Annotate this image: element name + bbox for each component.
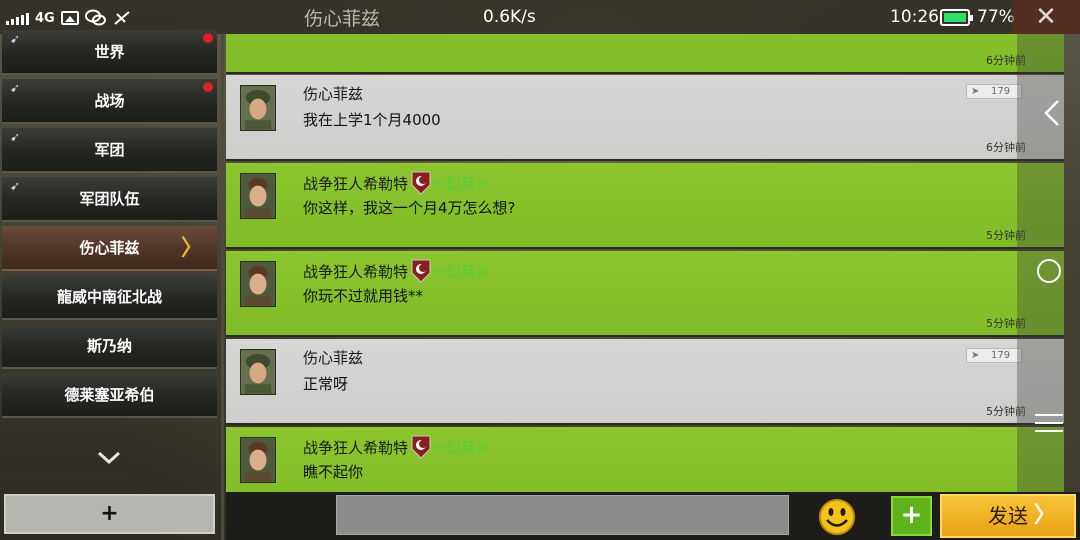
message-item: 伤心菲兹 正常呀 179 5分钟前 <box>226 339 1064 423</box>
message-text: 瞧不起你 <box>303 463 364 481</box>
message-sender: 战争狂人希勒特 <幻月> <box>303 171 488 195</box>
emoji-icon[interactable] <box>818 498 856 536</box>
attach-button[interactable]: + <box>891 496 932 536</box>
add-channel-button[interactable]: + <box>4 494 215 534</box>
channel-sidebar: ➹ 世界 ➹ 战场 ➹ 军团 ➹ 军团队伍 伤心菲兹 〉 龍威中南征北战 斯乃纳… <box>0 28 224 540</box>
message-sender: 伤心菲兹 <box>303 349 364 367</box>
channel-world[interactable]: ➹ 世界 <box>2 30 217 75</box>
chevron-right-icon: 〉 <box>180 236 203 261</box>
chevron-down-icon[interactable] <box>96 448 122 468</box>
guild-badge-icon <box>411 259 431 283</box>
channel-legion-team[interactable]: ➹ 军团队伍 <box>2 177 217 222</box>
guild-badge-icon <box>411 171 431 195</box>
wechat-icon <box>84 9 106 26</box>
channel-private-active[interactable]: 伤心菲兹 〉 <box>2 226 217 271</box>
message-list[interactable]: 6分钟前 伤心菲兹 我在上学1个月4000 179 6分钟前 战争狂人希勒特 <… <box>226 34 1064 492</box>
mute-icon <box>114 11 130 25</box>
close-button[interactable]: ✕ <box>1012 0 1080 34</box>
pin-icon: ➹ <box>10 32 21 46</box>
battery-percent: 77% <box>977 7 1015 27</box>
message-text: 你这样，我这一个月4万怎么想? <box>303 199 516 217</box>
unread-dot <box>203 82 213 92</box>
send-button[interactable]: 发送 〉 <box>940 494 1076 538</box>
menu-icon[interactable] <box>1035 412 1063 434</box>
avatar[interactable] <box>240 437 276 483</box>
guild-name: <幻月> <box>433 262 489 281</box>
status-icons: 4G <box>6 6 131 30</box>
message-text: 你玩不过就用钱** <box>303 287 424 305</box>
channel-label: 世界 <box>94 43 125 61</box>
avatar[interactable] <box>240 261 276 307</box>
channel-label: 军团队伍 <box>79 190 140 208</box>
back-icon[interactable] <box>1041 98 1063 128</box>
channel-label: 军团 <box>94 141 125 159</box>
message-text: 正常呀 <box>303 375 349 393</box>
channel-private[interactable]: 龍威中南征北战 <box>2 275 217 320</box>
guild-badge-icon <box>411 435 431 459</box>
message-item: 战争狂人希勒特 <幻月> 瞧不起你 <box>226 427 1064 492</box>
channel-label: 伤心菲兹 <box>79 239 140 257</box>
report-count[interactable]: 179 <box>966 84 1022 99</box>
signal-icon <box>6 11 29 25</box>
pin-icon: ➹ <box>10 179 21 193</box>
window-title: 伤心菲兹 <box>304 8 381 30</box>
message-item: 伤心菲兹 我在上学1个月4000 179 6分钟前 <box>226 75 1064 159</box>
network-type: 4G <box>35 10 55 26</box>
channel-private[interactable]: 斯乃纳 <box>2 324 217 369</box>
channel-battlefield[interactable]: ➹ 战场 <box>2 79 217 124</box>
guild-name: <幻月> <box>433 438 489 457</box>
channel-label: 龍威中南征北战 <box>56 288 162 306</box>
channel-label: 德莱塞亚希伯 <box>64 386 155 404</box>
message-input[interactable] <box>336 495 789 535</box>
chevron-right-icon: 〉 <box>1033 503 1056 528</box>
channel-legion[interactable]: ➹ 军团 <box>2 128 217 173</box>
pin-icon: ➹ <box>10 81 21 95</box>
image-icon <box>60 11 79 25</box>
side-navigation <box>1017 34 1064 492</box>
avatar[interactable] <box>240 349 276 395</box>
message-item: 6分钟前 <box>226 34 1064 72</box>
unread-dot <box>203 33 213 43</box>
channel-private[interactable]: 德莱塞亚希伯 <box>2 373 217 418</box>
channel-label: 战场 <box>94 92 125 110</box>
message-item: 战争狂人希勒特 <幻月> 你这样，我这一个月4万怎么想? 5分钟前 <box>226 163 1064 247</box>
network-speed: 0.6K/s <box>483 7 536 27</box>
avatar[interactable] <box>240 173 276 219</box>
message-sender: 战争狂人希勒特 <幻月> <box>303 259 488 283</box>
battery-icon <box>940 9 973 26</box>
report-count[interactable]: 179 <box>966 348 1022 363</box>
sidebar-divider <box>221 34 224 540</box>
send-label: 发送 <box>988 504 1028 528</box>
clock: 10:26 <box>890 7 939 27</box>
home-icon[interactable] <box>1037 259 1061 283</box>
input-bar: + 发送 〉 <box>226 492 1080 540</box>
avatar[interactable] <box>240 85 276 131</box>
message-sender: 战争狂人希勒特 <幻月> <box>303 435 488 459</box>
guild-name: <幻月> <box>433 174 489 193</box>
message-item: 战争狂人希勒特 <幻月> 你玩不过就用钱** 5分钟前 <box>226 251 1064 335</box>
message-sender: 伤心菲兹 <box>303 85 364 103</box>
channel-label: 斯乃纳 <box>86 337 132 355</box>
pin-icon: ➹ <box>10 130 21 144</box>
message-text: 我在上学1个月4000 <box>303 111 441 129</box>
